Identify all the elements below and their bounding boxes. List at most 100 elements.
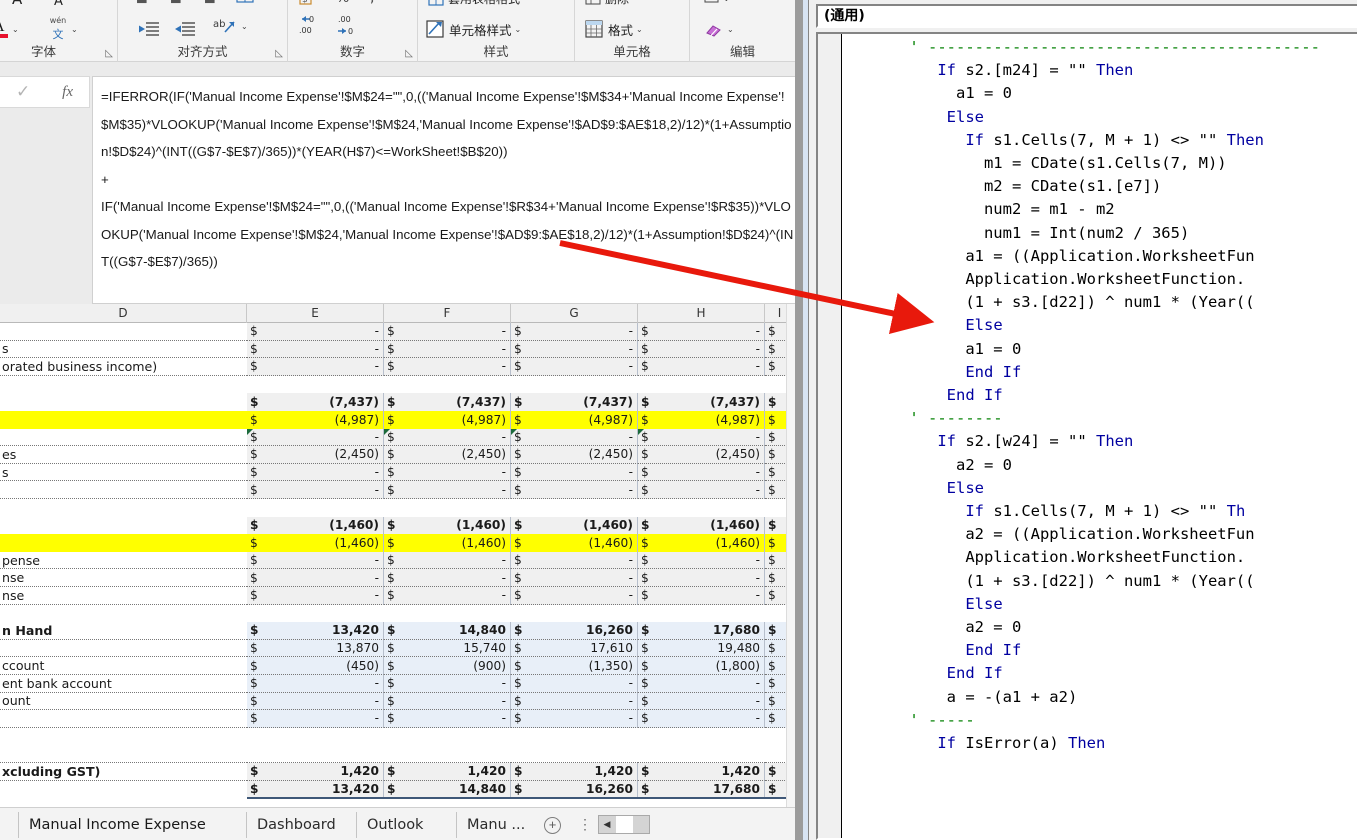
grid-vertical-scrollbar[interactable] xyxy=(786,304,795,807)
accounting-format-icon[interactable]: $ xyxy=(298,0,314,9)
table-cell[interactable]: $ (4,987) xyxy=(384,411,511,429)
table-cell[interactable]: $ (1,460) xyxy=(511,516,638,535)
comma-style-icon[interactable]: , xyxy=(370,0,374,9)
table-cell[interactable]: $ - xyxy=(511,463,638,482)
row-label[interactable] xyxy=(0,429,247,447)
chevron-down-icon[interactable]: ⌄ xyxy=(723,0,730,3)
table-cell[interactable]: $ (4,987) xyxy=(638,411,765,429)
table-row[interactable] xyxy=(0,499,795,517)
text-orientation-button[interactable]: ab ⌄ xyxy=(212,15,248,37)
sheet-tab-outlook[interactable]: Outlook xyxy=(356,812,433,838)
table-cell[interactable] xyxy=(638,745,765,763)
chevron-down-icon[interactable]: ⌄ xyxy=(71,25,78,34)
sheet-overflow-menu[interactable]: ⋮ xyxy=(578,816,592,833)
table-cell[interactable]: $ (1,460) xyxy=(384,534,511,552)
table-cell[interactable]: $ - xyxy=(638,551,765,570)
table-cell[interactable]: $16,260 xyxy=(511,622,638,640)
table-cell[interactable]: $ - xyxy=(384,358,511,376)
row-label[interactable]: n Hand xyxy=(0,622,247,640)
table-cell[interactable]: $ - xyxy=(247,551,384,570)
table-cell[interactable]: $ - xyxy=(511,692,638,711)
row-label[interactable]: s xyxy=(0,464,247,482)
align-top-icon[interactable]: ▬ xyxy=(136,0,148,10)
table-cell[interactable]: $ (2,450) xyxy=(511,446,638,464)
row-label[interactable] xyxy=(0,710,247,728)
row-label[interactable] xyxy=(0,745,247,763)
align-middle-icon[interactable]: ▬ xyxy=(170,0,182,10)
table-cell[interactable] xyxy=(384,745,511,763)
table-cell[interactable]: $ - xyxy=(247,675,384,693)
table-cell[interactable]: $ - xyxy=(247,569,384,587)
table-cell[interactable]: $ - xyxy=(638,675,765,693)
table-cell[interactable] xyxy=(247,745,384,763)
table-row[interactable]: $13,870 $15,740 $17,610 $19,480 $ xyxy=(0,639,795,658)
table-cell[interactable]: $ - xyxy=(638,358,765,376)
table-cell[interactable]: $ (7,437) xyxy=(638,393,765,411)
table-row[interactable]: $13,420 $14,840 $16,260 $17,680 $ xyxy=(0,780,795,799)
table-cell[interactable]: $ (7,437) xyxy=(511,393,638,411)
table-cell[interactable]: $ - xyxy=(511,428,638,447)
table-cell[interactable] xyxy=(384,499,511,517)
table-row[interactable]: $ (1,460) $ (1,460) $ (1,460) $ (1,460) $ xyxy=(0,534,795,552)
table-cell[interactable]: $15,740 xyxy=(384,639,511,658)
table-cell[interactable]: $ - xyxy=(511,675,638,693)
insert-function-fx-icon[interactable]: fx xyxy=(62,84,73,101)
table-cell[interactable]: $ - xyxy=(384,481,511,499)
table-cell[interactable]: $ (2,450) xyxy=(638,446,765,464)
conditional-formatting-button[interactable]: 套用表格格式 xyxy=(428,0,520,9)
table-cell[interactable]: $ (4,987) xyxy=(511,411,638,429)
row-label[interactable]: pense xyxy=(0,552,247,570)
table-row[interactable]: ccount $ (450) $ (900) $ (1,350) $ (1,800) $ xyxy=(0,657,795,675)
horizontal-scrollbar[interactable]: ◀ xyxy=(598,815,650,834)
table-cell[interactable]: $13,870 xyxy=(247,639,384,658)
table-cell[interactable]: $ - xyxy=(384,323,511,341)
table-cell[interactable]: $ (1,460) xyxy=(384,516,511,535)
number-dialog-launcher[interactable]: ◺ xyxy=(405,49,413,59)
table-row[interactable]: $ - $ - $ - $ - $ xyxy=(0,481,795,499)
sheet-tab-dashboard[interactable]: Dashboard xyxy=(246,812,346,838)
delete-cells-button[interactable]: 删除 xyxy=(585,0,629,9)
table-cell[interactable] xyxy=(638,604,765,623)
table-row[interactable]: ount $ - $ - $ - $ - $ xyxy=(0,692,795,711)
font-size-grow-icon[interactable]: A xyxy=(12,0,22,10)
table-cell[interactable]: $ - xyxy=(384,428,511,447)
table-cell[interactable]: $ - xyxy=(247,587,384,605)
table-cell[interactable]: $ (1,460) xyxy=(511,534,638,552)
table-cell[interactable]: $ - xyxy=(511,587,638,605)
row-label[interactable] xyxy=(0,323,247,341)
table-cell[interactable]: $ - xyxy=(511,358,638,376)
table-cell[interactable]: $ - xyxy=(511,551,638,570)
row-label[interactable]: nse xyxy=(0,587,247,605)
table-cell[interactable] xyxy=(511,375,638,394)
table-cell[interactable]: $14,840 xyxy=(384,622,511,640)
table-cell[interactable]: $ - xyxy=(511,569,638,587)
table-cell[interactable] xyxy=(511,727,638,746)
row-label[interactable] xyxy=(0,376,247,394)
table-cell[interactable]: $ - xyxy=(247,428,384,447)
table-row[interactable]: $ - $ - $ - $ - $ xyxy=(0,323,795,341)
table-cell[interactable]: $ - xyxy=(638,481,765,499)
row-label[interactable] xyxy=(0,517,247,535)
table-cell[interactable]: $ (7,437) xyxy=(247,393,384,411)
increase-decimal-button[interactable]: 0 .00 xyxy=(298,14,324,36)
decrease-indent-button[interactable] xyxy=(138,17,160,39)
table-row[interactable] xyxy=(0,745,795,763)
table-cell[interactable]: $ (4,987) xyxy=(247,411,384,429)
table-cell[interactable] xyxy=(511,499,638,517)
row-label[interactable] xyxy=(0,728,247,746)
chevron-down-icon[interactable]: ⌄ xyxy=(636,25,643,34)
alignment-dialog-launcher[interactable]: ◺ xyxy=(275,49,283,59)
vbe-code-window[interactable]: ' --------------------------------------… xyxy=(816,32,1357,840)
table-row[interactable]: es $ (2,450) $ (2,450) $ (2,450) $ (2,450) $ xyxy=(0,446,795,464)
table-row[interactable]: nse $ - $ - $ - $ - $ xyxy=(0,587,795,605)
table-cell[interactable] xyxy=(638,499,765,517)
table-cell[interactable]: $ - xyxy=(247,340,384,359)
table-cell[interactable]: $ (1,460) xyxy=(247,516,384,535)
table-row[interactable]: n Hand $13,420 $14,840 $16,260 $17,680 $ xyxy=(0,622,795,640)
table-cell[interactable]: $ - xyxy=(384,692,511,711)
row-label[interactable]: ccount xyxy=(0,657,247,675)
table-cell[interactable]: $ - xyxy=(384,551,511,570)
table-row[interactable]: ent bank account $ - $ - $ - $ - $ xyxy=(0,675,795,693)
scroll-left-arrow-icon[interactable]: ◀ xyxy=(599,816,615,833)
table-cell[interactable]: $17,610 xyxy=(511,639,638,658)
